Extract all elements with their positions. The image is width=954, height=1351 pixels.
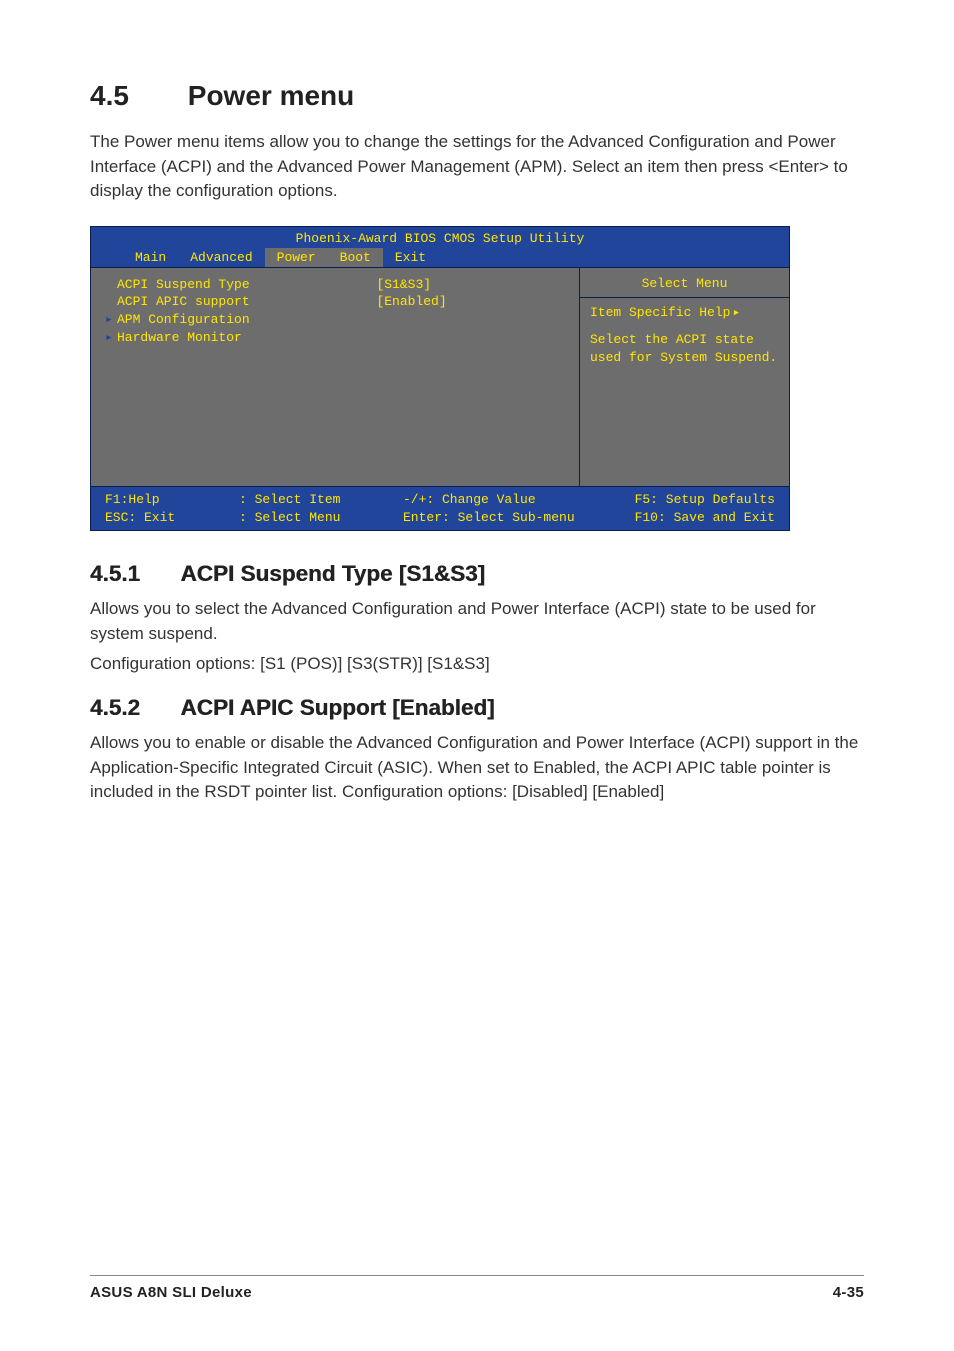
subsection-title: ACPI APIC Support [Enabled]	[180, 695, 494, 720]
bios-tab-power[interactable]: Power	[265, 248, 328, 267]
bios-tab-exit[interactable]: Exit	[383, 248, 438, 267]
bios-help-body: Select the ACPI state used for System Su…	[590, 331, 779, 366]
intro-paragraph: The Power menu items allow you to change…	[90, 130, 864, 204]
bios-key-select-menu: : Select Menu	[239, 509, 399, 527]
subsection-number: 4.5.1	[90, 561, 175, 587]
bios-tab-boot[interactable]: Boot	[328, 248, 383, 267]
footer-product: ASUS A8N SLI Deluxe	[90, 1284, 252, 1301]
bios-key-f10: F10: Save and Exit	[617, 509, 775, 527]
bios-key-f5: F5: Setup Defaults	[617, 491, 775, 509]
bios-key-esc: ESC: Exit	[105, 509, 235, 527]
sub1-para1: Allows you to select the Advanced Config…	[90, 597, 864, 646]
bios-value-acpi-apic[interactable]: [Enabled]	[376, 293, 573, 311]
bios-key-change-value: -/+: Change Value	[403, 491, 613, 509]
bios-item-acpi-apic[interactable]: ACPI APIC support	[105, 293, 376, 311]
section-title: Power menu	[188, 80, 354, 111]
bios-key-f1: F1:Help	[105, 491, 235, 509]
bios-item-hw-monitor[interactable]: Hardware Monitor	[105, 329, 376, 347]
bios-title: Phoenix-Award BIOS CMOS Setup Utility	[91, 227, 789, 248]
bios-value-acpi-suspend[interactable]: [S1&S3]	[376, 276, 573, 294]
section-number: 4.5	[90, 80, 180, 112]
bios-item-acpi-suspend[interactable]: ACPI Suspend Type	[105, 276, 376, 294]
bios-help-title: Select Menu	[590, 276, 779, 291]
subsection-heading-451: 4.5.1 ACPI Suspend Type [S1&S3]	[90, 561, 864, 587]
bios-item-apm-config[interactable]: APM Configuration	[105, 311, 376, 329]
subsection-title: ACPI Suspend Type [S1&S3]	[180, 561, 485, 586]
arrow-right-icon	[730, 305, 740, 320]
bios-tab-main[interactable]: Main	[123, 248, 178, 267]
bios-help-panel: Select Menu Item Specific Help Select th…	[579, 268, 789, 486]
bios-body: ACPI Suspend Type ACPI APIC support APM …	[91, 267, 789, 486]
bios-item-values: [S1&S3] [Enabled]	[376, 276, 573, 346]
sub1-para2: Configuration options: [S1 (POS)] [S3(ST…	[90, 652, 864, 677]
section-heading: 4.5 Power menu	[90, 80, 864, 112]
bios-help-header: Item Specific Help	[590, 304, 779, 322]
subsection-number: 4.5.2	[90, 695, 175, 721]
page-footer: ASUS A8N SLI Deluxe 4-35	[90, 1275, 864, 1301]
bios-screenshot: Phoenix-Award BIOS CMOS Setup Utility Ma…	[90, 226, 790, 531]
bios-key-select-item: : Select Item	[239, 491, 399, 509]
bios-item-labels: ACPI Suspend Type ACPI APIC support APM …	[105, 276, 376, 346]
bios-footer: F1:Help : Select Item -/+: Change Value …	[91, 486, 789, 530]
subsection-heading-452: 4.5.2 ACPI APIC Support [Enabled]	[90, 695, 864, 721]
bios-help-divider	[580, 297, 789, 298]
sub2-para: Allows you to enable or disable the Adva…	[90, 731, 864, 805]
footer-page-number: 4-35	[833, 1284, 864, 1301]
bios-key-enter: Enter: Select Sub-menu	[403, 509, 613, 527]
bios-menu-bar: Main Advanced Power Boot Exit	[91, 248, 789, 267]
bios-left-panel: ACPI Suspend Type ACPI APIC support APM …	[91, 268, 579, 486]
bios-tab-advanced[interactable]: Advanced	[178, 248, 264, 267]
